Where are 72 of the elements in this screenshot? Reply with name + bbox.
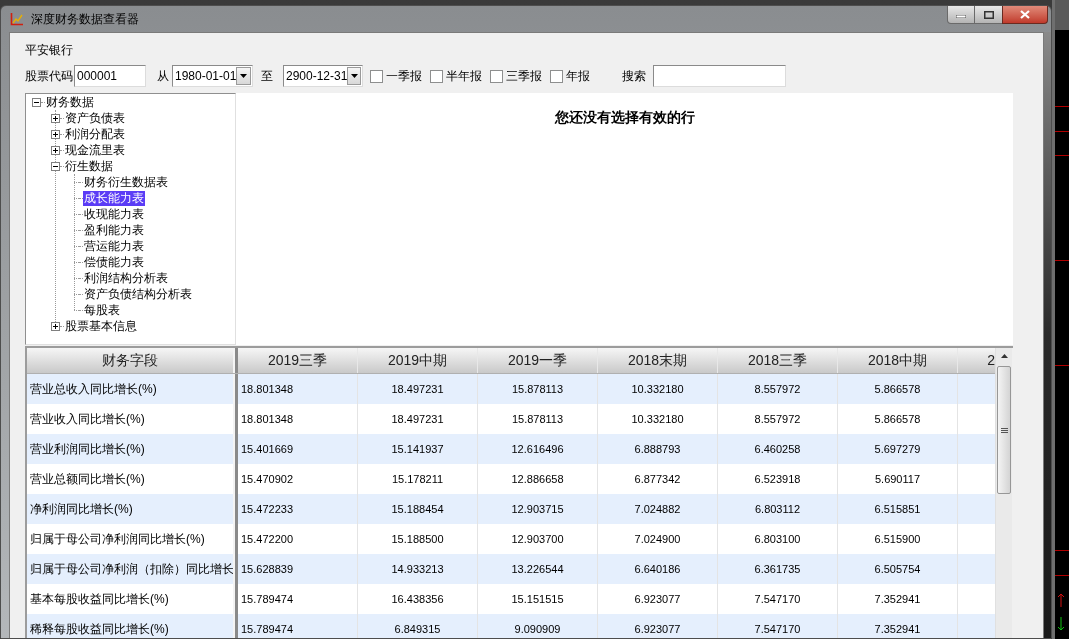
table-cell: 6.923077: [598, 614, 718, 638]
tree-item[interactable]: 股票基本信息: [64, 318, 138, 334]
expand-icon[interactable]: [51, 145, 60, 155]
maximize-icon: [983, 10, 994, 19]
close-button[interactable]: [1002, 6, 1048, 24]
tree-item[interactable]: 资产负债表: [64, 110, 126, 126]
tree-item[interactable]: 利润结构分析表: [83, 270, 169, 286]
collapse-icon[interactable]: [32, 97, 41, 107]
table-cell: 15.789474: [238, 614, 358, 638]
column-header[interactable]: 2018中期: [838, 348, 958, 373]
close-icon: [1020, 10, 1030, 19]
checkbox-label: 三季报: [506, 68, 542, 85]
company-name: 平安银行: [25, 42, 74, 58]
tree-item[interactable]: 衍生数据: [64, 158, 114, 174]
checkbox-label: 年报: [566, 68, 590, 85]
tree-item[interactable]: 现金流里表: [64, 142, 126, 158]
tree-item[interactable]: 成长能力表: [83, 190, 145, 206]
table-cell: 6.849315: [358, 614, 478, 638]
blurred-toolbar-strip: [1055, 0, 1069, 30]
column-header[interactable]: 2019一季: [478, 348, 598, 373]
tree-item[interactable]: 收现能力表: [83, 206, 145, 222]
grip-icon: [1000, 427, 1008, 433]
up-arrow-icon: [1057, 593, 1065, 607]
checkbox[interactable]: [550, 69, 563, 83]
caret-down-icon: [350, 74, 358, 78]
tree-item[interactable]: 财务数据: [45, 94, 95, 110]
expand-icon[interactable]: [51, 321, 60, 331]
checkbox[interactable]: [370, 69, 383, 83]
down-arrow-icon: [1057, 617, 1065, 631]
vertical-scrollbar[interactable]: [995, 348, 1012, 638]
tree-item[interactable]: 财务衍生数据表: [83, 174, 169, 190]
column-header[interactable]: 2019三季: [238, 348, 358, 373]
collapse-icon[interactable]: [51, 161, 60, 171]
expand-icon[interactable]: [51, 113, 60, 123]
checkbox-label: 半年报: [446, 68, 482, 85]
caret-down-icon: [240, 74, 248, 78]
checkbox[interactable]: [490, 69, 503, 83]
field-label: 搜索: [622, 68, 646, 85]
column-header[interactable]: 2018三季: [718, 348, 838, 373]
column-header[interactable]: 2019中期: [358, 348, 478, 373]
dropdown-button[interactable]: [347, 67, 361, 85]
column-header[interactable]: 财务字段: [27, 348, 235, 373]
chart-icon: [10, 12, 24, 26]
tree-item[interactable]: 每股表: [83, 302, 121, 318]
scrollbar-thumb[interactable]: [997, 366, 1011, 494]
search-field[interactable]: [653, 65, 786, 87]
expand-icon[interactable]: [51, 129, 60, 139]
tree-item[interactable]: 营运能力表: [83, 238, 145, 254]
date-from-combo[interactable]: 1980-01-01: [172, 65, 253, 87]
minimize-button[interactable]: [947, 6, 975, 24]
column-header[interactable]: 2018末期: [598, 348, 718, 373]
maximize-button[interactable]: [975, 6, 1002, 24]
field-label: 至: [261, 68, 273, 85]
tree-item[interactable]: 资产负债结构分析表: [83, 286, 193, 302]
tree-item[interactable]: 偿债能力表: [83, 254, 145, 270]
checkbox[interactable]: [430, 69, 443, 83]
table-cell: 7.352941: [838, 614, 958, 638]
field-label: 从: [157, 68, 169, 85]
tree-item[interactable]: 利润分配表: [64, 126, 126, 142]
table-cell: 7.547170: [718, 614, 838, 638]
field-label: 股票代码: [25, 68, 73, 85]
column-header[interactable]: 2: [958, 348, 995, 373]
date-to-combo[interactable]: 2900-12-31: [283, 65, 363, 87]
dropdown-button[interactable]: [236, 67, 251, 85]
stock-code-field[interactable]: 000001: [74, 65, 146, 87]
window-title: 深度财务数据查看器: [31, 11, 139, 27]
caret-up-icon: [1000, 354, 1008, 358]
minimize-icon: [956, 15, 966, 18]
checkbox-label: 一季报: [386, 68, 422, 85]
table-cell: 9.090909: [478, 614, 598, 638]
empty-message: 您还没有选择有效的行: [554, 108, 695, 126]
tree-item[interactable]: 盈利能力表: [83, 222, 145, 238]
